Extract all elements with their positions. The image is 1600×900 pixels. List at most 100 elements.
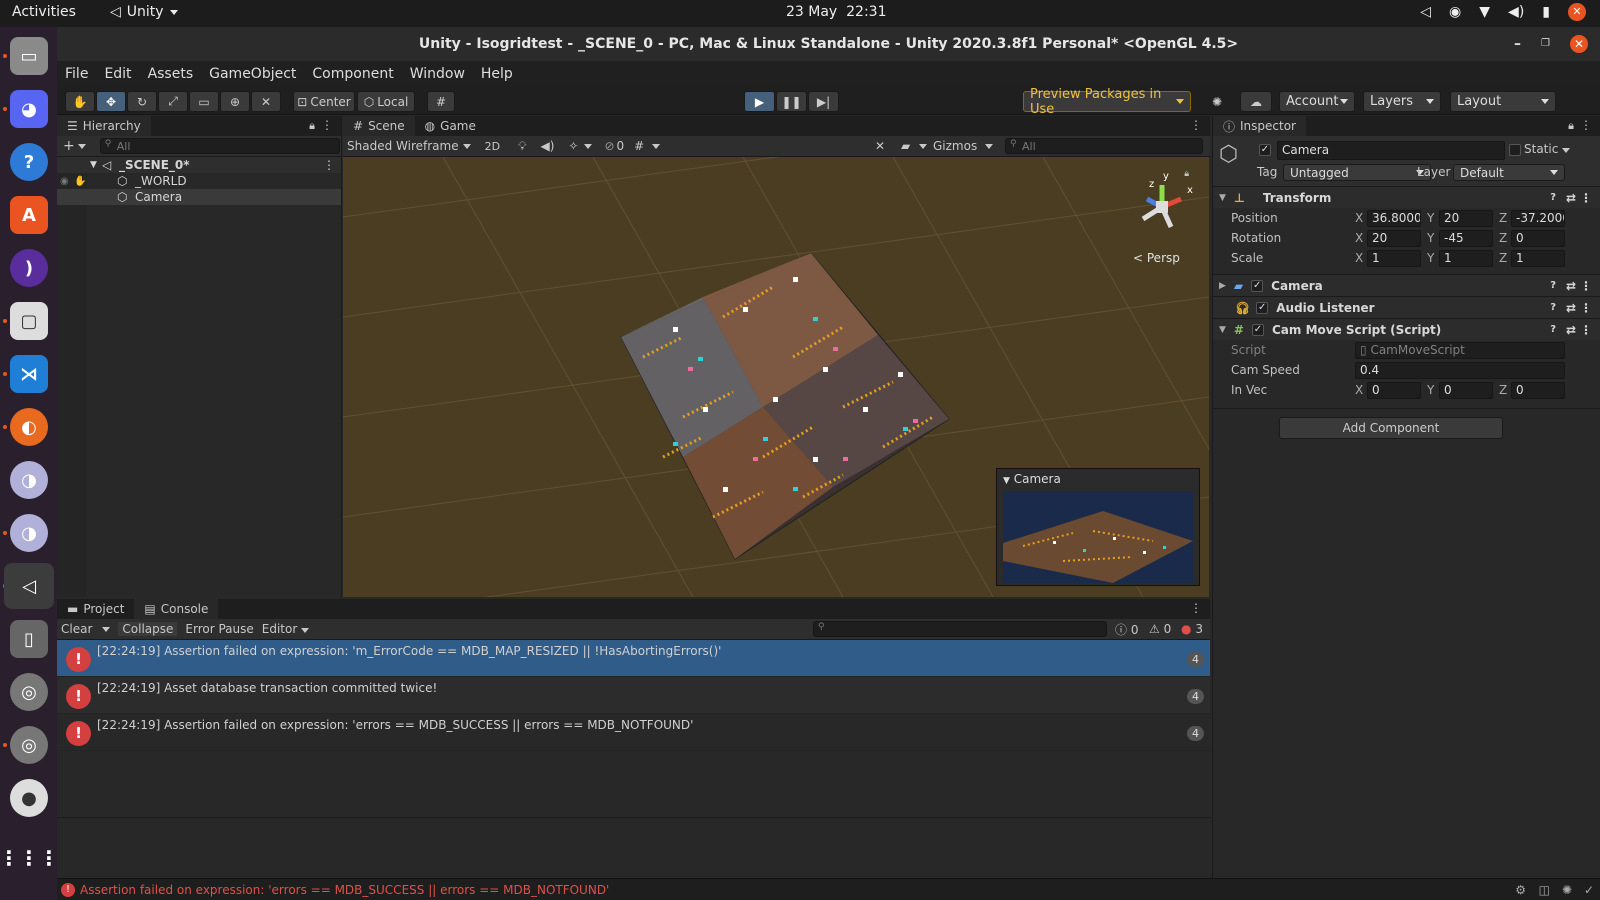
files-icon[interactable]: ▭	[10, 37, 48, 75]
create-plus-icon[interactable]: +	[63, 138, 75, 154]
step-button[interactable]: ▶|	[808, 91, 839, 112]
persp-label[interactable]: < Persp	[1133, 251, 1180, 265]
clock[interactable]: 23 May 22:31	[786, 4, 886, 20]
grid-visibility-icon[interactable]: #	[634, 139, 644, 153]
account-dropdown[interactable]: Account	[1279, 91, 1355, 112]
menu-help[interactable]: Help	[481, 66, 513, 82]
layout-dropdown[interactable]: Layout	[1450, 91, 1556, 112]
effects-icon[interactable]: ✧	[568, 139, 578, 153]
error-pause-toggle[interactable]: Error Pause	[185, 622, 253, 636]
chevron-down-icon[interactable]	[985, 144, 993, 149]
scale-y-field[interactable]: 1	[1439, 250, 1493, 267]
transform-header[interactable]: ▼ ⊥ Transform ? ⇄ ⋮	[1213, 186, 1600, 208]
unity-dock-icon[interactable]: ◁	[4, 563, 54, 609]
rotate-tool-button[interactable]: ↻	[127, 91, 157, 112]
in-vec-z-field[interactable]: 0	[1511, 382, 1565, 399]
hierarchy-item-camera[interactable]: ⬡ Camera	[57, 189, 341, 205]
active-checkbox[interactable]: ✓	[1259, 144, 1271, 156]
cache-server-icon[interactable]: ◫	[1539, 883, 1550, 897]
in-vec-x-field[interactable]: 0	[1367, 382, 1421, 399]
battery-icon[interactable]: ▮	[1542, 4, 1550, 20]
minimize-button[interactable]: –	[1514, 27, 1521, 61]
collab-status-icon[interactable]: ✓	[1584, 883, 1594, 897]
cam-speed-field[interactable]: 0.4	[1355, 362, 1565, 379]
scene-row[interactable]: ▼ ◁ _SCENE_0* ⋮	[57, 157, 341, 173]
menu-assets[interactable]: Assets	[148, 66, 194, 82]
in-vec-y-field[interactable]: 0	[1439, 382, 1493, 399]
lighting-icon[interactable]: 💡︎	[518, 139, 526, 154]
auto-generate-lighting-icon[interactable]: ⚙	[1515, 883, 1526, 897]
chevron-down-icon[interactable]	[919, 144, 927, 149]
menu-window[interactable]: Window	[410, 66, 465, 82]
maximize-button[interactable]: ❐	[1541, 27, 1550, 61]
console-entry[interactable]: ! [22:24:19] Assertion failed on express…	[57, 640, 1210, 677]
camera-icon[interactable]: ▰	[901, 139, 910, 153]
lock-icon[interactable]: 🔒︎	[1568, 119, 1574, 133]
transform-tool-button[interactable]: ⊕	[220, 91, 250, 112]
tab-project[interactable]: ▬ Project	[57, 599, 134, 619]
tag-dropdown[interactable]: Untagged	[1283, 164, 1431, 181]
tab-console[interactable]: ▤ Console	[134, 599, 219, 619]
clear-button[interactable]: Clear	[61, 622, 92, 636]
kebab-menu-icon[interactable]: ⋮	[1580, 191, 1592, 205]
blender-icon[interactable]: ◑	[10, 461, 48, 499]
presets-icon[interactable]: ⇄	[1566, 191, 1576, 205]
tab-inspector[interactable]: ⓘ Inspector	[1213, 116, 1306, 136]
tab-scene[interactable]: # Scene	[343, 116, 415, 136]
object-name-field[interactable]: Camera	[1277, 141, 1505, 160]
2d-toggle[interactable]: 2D	[485, 140, 500, 153]
script-enabled-checkbox[interactable]: ✓	[1251, 323, 1264, 336]
discord-tray-icon[interactable]: ◉	[1449, 4, 1461, 20]
twitch-icon[interactable]: ▢	[10, 302, 48, 340]
help-icon[interactable]: ?	[1550, 192, 1556, 203]
hierarchy-item-world[interactable]: ◉ ✋ ⬡ _WORLD	[57, 173, 341, 189]
app-center-icon[interactable]: A	[10, 196, 48, 234]
app-grid-icon[interactable]: ⋮⋮⋮	[0, 839, 59, 877]
console-search-input[interactable]: ⚲	[813, 621, 1107, 637]
debug-icon[interactable]: ✺	[1562, 883, 1572, 897]
lock-icon[interactable]: 🔒︎	[309, 119, 315, 133]
kebab-menu-icon[interactable]: ⋮	[1190, 601, 1202, 615]
help-icon[interactable]: ?	[10, 143, 48, 181]
menu-component[interactable]: Component	[312, 66, 393, 82]
rotation-z-field[interactable]: 0	[1511, 230, 1565, 247]
layers-dropdown[interactable]: Layers	[1363, 91, 1441, 112]
add-component-button[interactable]: Add Component	[1279, 417, 1503, 439]
help-icon[interactable]: ?	[1550, 280, 1556, 291]
tab-hierarchy[interactable]: ☰ Hierarchy	[57, 116, 151, 136]
dvd-icon[interactable]: ●	[10, 779, 48, 817]
help-icon[interactable]: ?	[1550, 302, 1556, 313]
menu-edit[interactable]: Edit	[104, 66, 131, 82]
presets-icon[interactable]: ⇄	[1566, 323, 1576, 337]
static-dropdown[interactable]: Static	[1524, 142, 1571, 156]
disc-2-icon[interactable]: ◎	[10, 726, 48, 764]
orientation-gizmo[interactable]: 🔒︎ z y x < Persp	[1129, 169, 1199, 279]
move-tool-button[interactable]: ✥	[96, 91, 126, 112]
disc-1-icon[interactable]: ◎	[10, 673, 48, 711]
grid-snap-button[interactable]: #	[427, 91, 455, 112]
kebab-menu-icon[interactable]: ⋮	[1580, 118, 1592, 132]
kebab-menu-icon[interactable]: ⋮	[323, 158, 335, 172]
camera-component-header[interactable]: ▶ ▰ ✓ Camera ? ⇄ ⋮	[1213, 274, 1600, 296]
presets-icon[interactable]: ⇄	[1566, 279, 1576, 293]
blender-2-icon[interactable]: ◑	[10, 514, 48, 552]
visibility-eye-icon[interactable]: ◉	[60, 176, 69, 187]
hidden-objects-icon[interactable]: ⊘	[604, 139, 614, 153]
lock-icon[interactable]: 🔒︎	[1184, 169, 1189, 179]
position-x-field[interactable]: 36.8000:	[1367, 210, 1421, 227]
custom-tool-button[interactable]: ✕	[251, 91, 281, 112]
audio-listener-header[interactable]: 🎧︎ ✓ Audio Listener ? ⇄ ⋮	[1213, 296, 1600, 318]
activities-button[interactable]: Activities	[12, 4, 76, 20]
position-z-field[interactable]: -37.2000(	[1511, 210, 1565, 227]
pause-button[interactable]: ❚❚	[776, 91, 807, 112]
vscode-icon[interactable]: ⋊	[10, 355, 48, 393]
warning-filter-toggle[interactable]: ⚠ 0	[1149, 622, 1171, 636]
pivot-center-toggle[interactable]: ⊡ Center	[293, 91, 355, 112]
play-button[interactable]: ▶	[744, 91, 775, 112]
preview-packages-dropdown[interactable]: Preview Packages in Use	[1023, 87, 1191, 117]
menu-gameobject[interactable]: GameObject	[209, 66, 296, 82]
kebab-menu-icon[interactable]: ⋮	[321, 118, 333, 132]
hierarchy-search-input[interactable]: ⚲ All	[99, 138, 340, 154]
scale-x-field[interactable]: 1	[1367, 250, 1421, 267]
kebab-menu-icon[interactable]: ⋮	[1580, 301, 1592, 315]
